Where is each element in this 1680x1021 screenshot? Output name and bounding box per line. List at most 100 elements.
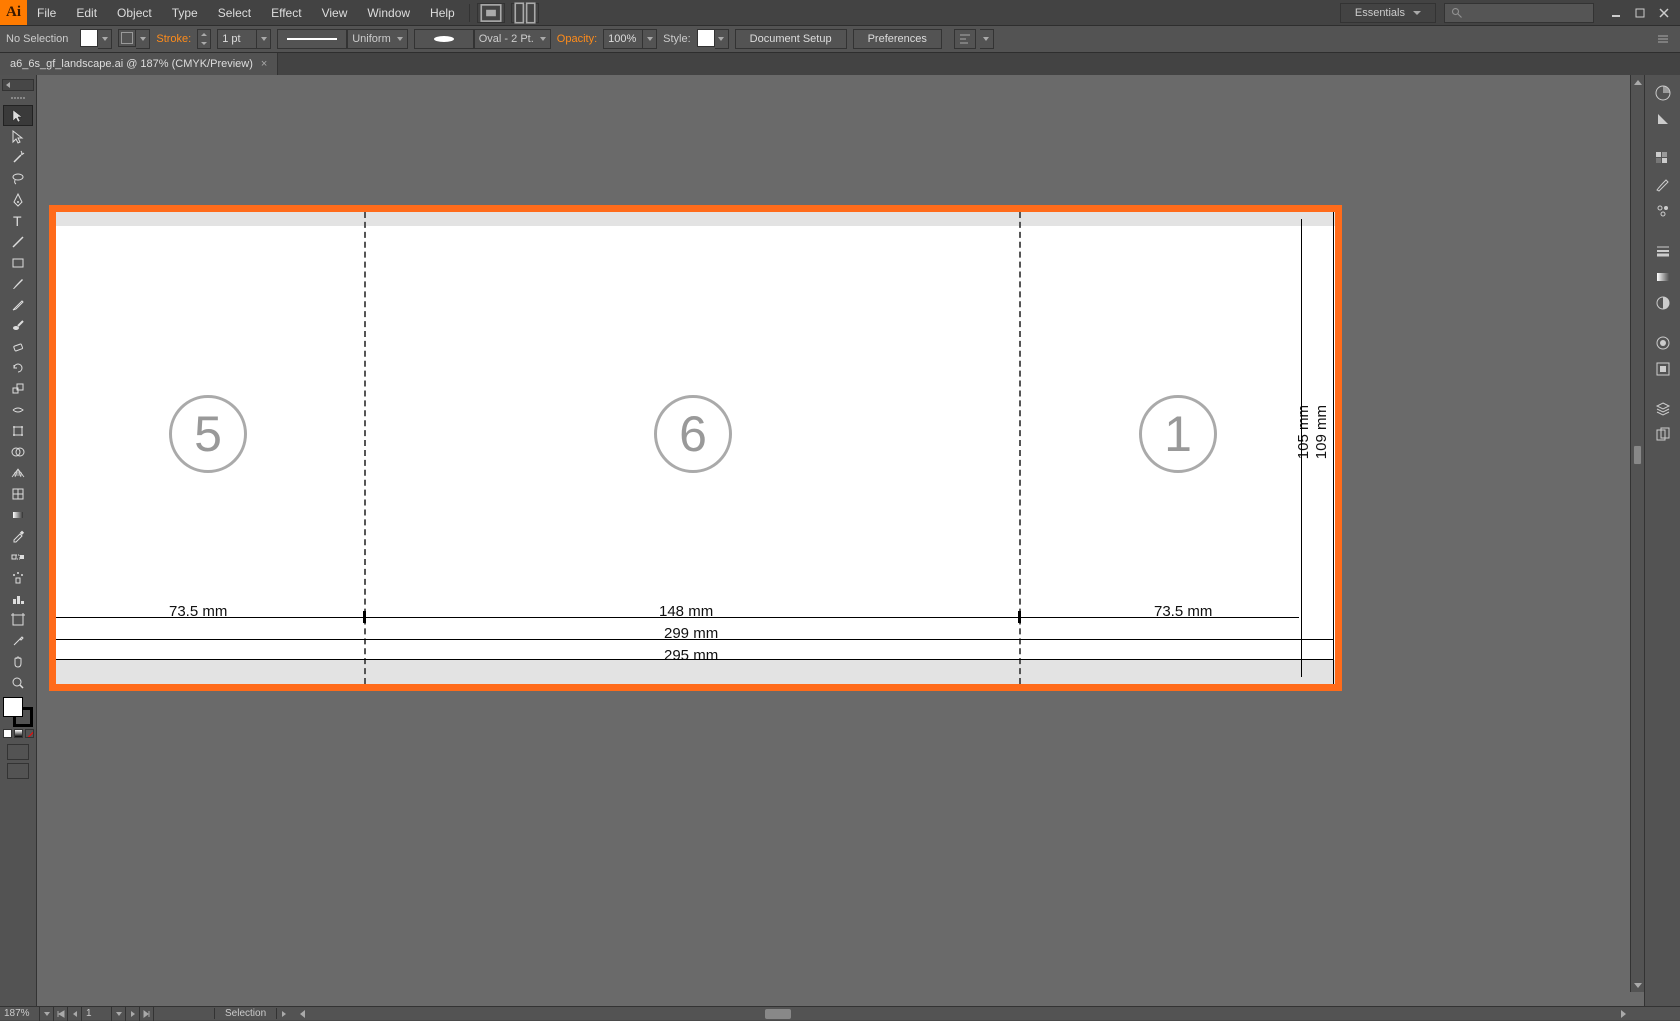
color-mode-gradient[interactable] [14,729,23,738]
align-icon[interactable] [954,29,976,49]
gradient-panel-icon[interactable] [1649,265,1677,289]
pencil-tool[interactable] [3,294,33,315]
panel-menu-icon[interactable] [1652,29,1674,49]
zoom-level[interactable]: 187% [0,1007,40,1021]
style-swatch[interactable] [697,29,715,47]
graphic-styles-panel-icon[interactable] [1649,357,1677,381]
close-icon[interactable] [1652,4,1676,22]
rotate-tool[interactable] [3,357,33,378]
type-tool[interactable]: T [3,210,33,231]
brush-preview[interactable] [414,29,474,49]
pen-tool[interactable] [3,189,33,210]
rectangle-tool[interactable] [3,252,33,273]
close-tab-icon[interactable]: × [261,58,267,70]
search-input[interactable] [1444,3,1594,23]
scroll-right-icon[interactable] [1616,1007,1630,1021]
stroke-label[interactable]: Stroke: [156,33,191,45]
lasso-tool[interactable] [3,168,33,189]
slice-tool[interactable] [3,630,33,651]
scroll-up-icon[interactable] [1631,75,1644,89]
transparency-panel-icon[interactable] [1649,291,1677,315]
menu-file[interactable]: File [27,0,66,25]
opacity-dropdown[interactable] [643,29,657,49]
symbols-panel-icon[interactable] [1649,199,1677,223]
layers-panel-icon[interactable] [1649,397,1677,421]
menu-type[interactable]: Type [162,0,208,25]
opacity-label[interactable]: Opacity: [557,33,597,45]
screen-mode[interactable] [7,763,29,779]
color-panel-icon[interactable] [1649,81,1677,105]
magic-wand-tool[interactable] [3,147,33,168]
scroll-left-icon[interactable] [295,1007,309,1021]
nav-prev-icon[interactable] [68,1007,82,1021]
maximize-icon[interactable] [1628,4,1652,22]
scroll-down-icon[interactable] [1631,978,1644,992]
stroke-profile[interactable] [277,29,347,49]
minimize-icon[interactable] [1604,4,1628,22]
menu-help[interactable]: Help [420,0,465,25]
nav-last-icon[interactable] [140,1007,154,1021]
bridge-icon[interactable] [477,3,505,23]
artboard-number[interactable]: 1 [82,1007,112,1021]
eraser-tool[interactable] [3,336,33,357]
shape-builder-tool[interactable] [3,441,33,462]
mesh-tool[interactable] [3,483,33,504]
paintbrush-tool[interactable] [3,273,33,294]
stroke-weight-input[interactable] [217,29,257,49]
blend-tool[interactable] [3,546,33,567]
appearance-panel-icon[interactable] [1649,331,1677,355]
menu-window[interactable]: Window [357,0,420,25]
draw-mode-normal[interactable] [7,744,29,760]
stroke-weight-spinner[interactable] [197,29,211,49]
fill-dropdown[interactable] [98,29,112,49]
zoom-tool[interactable] [3,672,33,693]
color-mode-solid[interactable] [3,729,12,738]
menu-edit[interactable]: Edit [66,0,107,25]
fill-color-icon[interactable] [3,697,23,717]
document-setup-button[interactable]: Document Setup [735,29,847,49]
zoom-dropdown[interactable] [40,1007,54,1021]
column-graph-tool[interactable] [3,588,33,609]
free-transform-tool[interactable] [3,420,33,441]
artboard-tool[interactable] [3,609,33,630]
fill-stroke-indicator[interactable] [3,697,33,727]
symbol-sprayer-tool[interactable] [3,567,33,588]
vertical-scrollbar[interactable] [1630,75,1644,992]
menu-view[interactable]: View [312,0,358,25]
status-dropdown[interactable] [277,1007,291,1021]
line-tool[interactable] [3,231,33,252]
color-mode-none[interactable] [25,729,34,738]
stroke-panel-icon[interactable] [1649,239,1677,263]
panel-grip[interactable] [4,93,32,103]
swatches-panel-icon[interactable] [1649,147,1677,171]
artboard-dropdown[interactable] [112,1007,126,1021]
preferences-button[interactable]: Preferences [853,29,942,49]
canvas[interactable]: 5 6 1 73.5 mm 148 mm 73.5 mm 299 mm 295 … [37,75,1644,1006]
stroke-profile-dropdown[interactable]: Uniform [347,29,408,49]
menu-select[interactable]: Select [208,0,261,25]
nav-next-icon[interactable] [126,1007,140,1021]
artboards-panel-icon[interactable] [1649,423,1677,447]
eyedropper-tool[interactable] [3,525,33,546]
brushes-panel-icon[interactable] [1649,173,1677,197]
width-tool[interactable] [3,399,33,420]
align-dropdown[interactable] [980,29,994,49]
scroll-thumb-h[interactable] [765,1009,791,1019]
stroke-dropdown[interactable] [136,29,150,49]
color-guide-panel-icon[interactable] [1649,107,1677,131]
horizontal-scrollbar[interactable] [295,1007,1680,1021]
document-tab[interactable]: a6_6s_gf_landscape.ai @ 187% (CMYK/Previ… [0,53,278,75]
blob-brush-tool[interactable] [3,315,33,336]
stroke-swatch[interactable] [118,29,136,47]
collapse-tools-icon[interactable] [2,79,34,91]
style-dropdown[interactable] [715,29,729,49]
selection-tool[interactable] [3,105,33,126]
menu-effect[interactable]: Effect [261,0,311,25]
gradient-tool[interactable] [3,504,33,525]
opacity-input[interactable] [603,29,643,49]
hand-tool[interactable] [3,651,33,672]
perspective-grid-tool[interactable] [3,462,33,483]
brush-dropdown[interactable]: Oval - 2 Pt. [474,29,551,49]
workspace-switcher[interactable]: Essentials [1340,3,1436,23]
scroll-thumb-v[interactable] [1633,445,1642,465]
